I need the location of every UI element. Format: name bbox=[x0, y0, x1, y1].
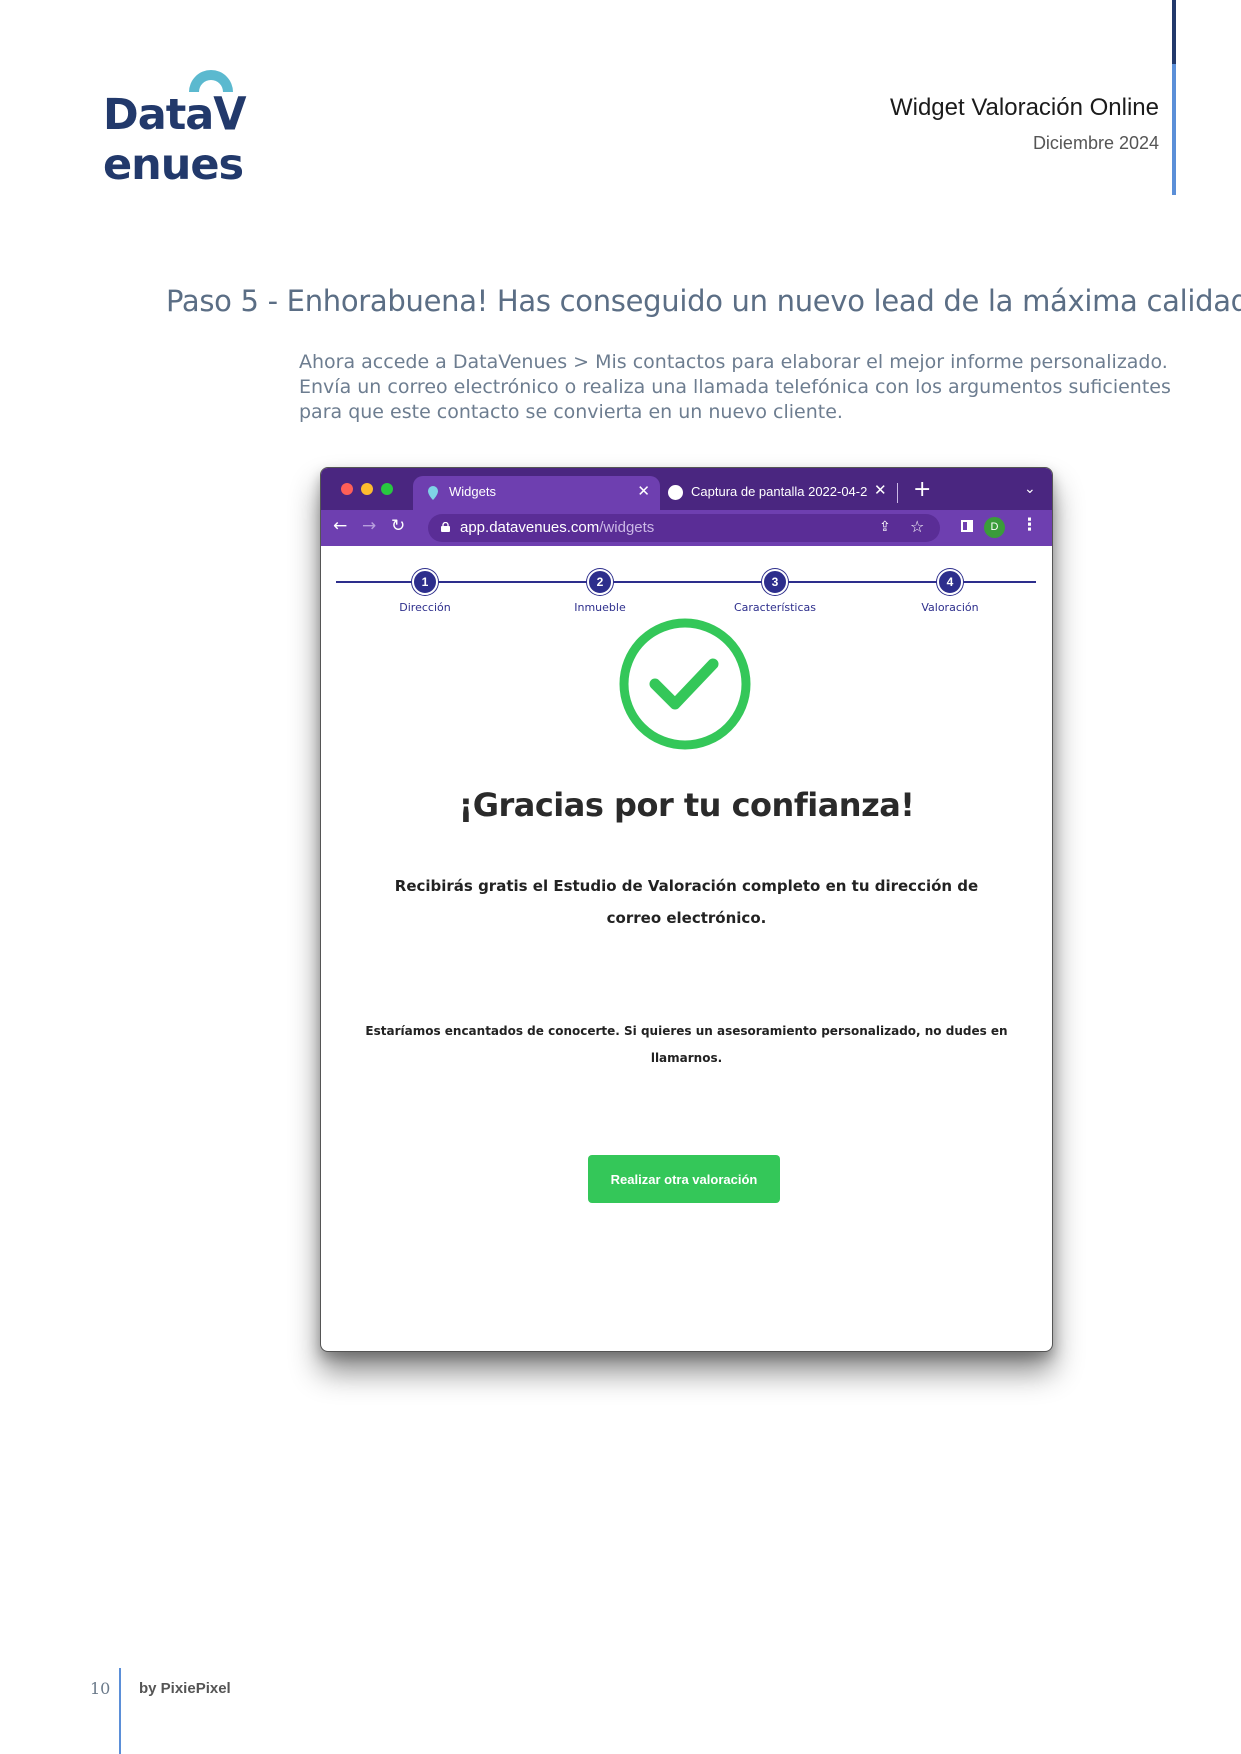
step-caracteristicas: 3 Características bbox=[715, 569, 835, 614]
email-report-message: Recibirás gratis el Estudio de Valoració… bbox=[394, 877, 979, 927]
share-icon[interactable]: ⇪ bbox=[879, 519, 891, 535]
check-circle-icon bbox=[619, 618, 751, 750]
datavenues-favicon-icon bbox=[428, 486, 438, 500]
tab-bar: Widgets ✕ Captura de pantalla 2022-04-2 … bbox=[321, 468, 1052, 510]
section-heading: Paso 5 - Enhorabuena! Has conseguido un … bbox=[166, 284, 1241, 318]
step-direccion: 1 Dirección bbox=[365, 569, 485, 614]
address-bar[interactable]: app.datavenues.com/widgets ⇪ ☆ bbox=[428, 514, 940, 542]
tab-separator bbox=[897, 483, 898, 503]
step-label: Valoración bbox=[921, 601, 979, 614]
new-tab-icon[interactable]: + bbox=[913, 477, 931, 502]
back-arrow-icon[interactable]: ← bbox=[333, 516, 347, 536]
close-tab-icon[interactable]: ✕ bbox=[874, 481, 887, 499]
datavenues-logo: DataVenues bbox=[103, 58, 353, 190]
header-accent-bar-light bbox=[1172, 64, 1176, 195]
maximize-window-dot[interactable] bbox=[381, 483, 393, 495]
footer-divider bbox=[119, 1668, 121, 1754]
step-number: 3 bbox=[762, 569, 788, 595]
step-inmueble: 2 Inmueble bbox=[540, 569, 660, 614]
chevron-down-icon[interactable]: ⌄ bbox=[1024, 481, 1036, 497]
step-number: 1 bbox=[412, 569, 438, 595]
step-label: Dirección bbox=[399, 601, 451, 614]
globe-icon bbox=[668, 485, 683, 500]
step-number: 2 bbox=[587, 569, 613, 595]
close-tab-icon[interactable]: ✕ bbox=[637, 482, 650, 500]
more-menu-icon[interactable]: ⋮ bbox=[1021, 515, 1038, 535]
footer-brand: by PixiePixel bbox=[139, 1680, 231, 1697]
step-label: Inmueble bbox=[574, 601, 626, 614]
side-panel-icon[interactable] bbox=[961, 520, 973, 532]
thanks-title: ¡Gracias por tu confianza! bbox=[458, 786, 915, 824]
header-accent-bar-dark bbox=[1172, 0, 1176, 64]
forward-arrow-icon[interactable]: → bbox=[362, 516, 376, 536]
browser-window: Widgets ✕ Captura de pantalla 2022-04-2 … bbox=[320, 467, 1053, 1352]
page-number: 10 bbox=[90, 1679, 111, 1698]
tab-widgets[interactable]: Widgets ✕ bbox=[413, 476, 660, 510]
step-label: Características bbox=[733, 601, 816, 614]
document-title: Widget Valoración Online bbox=[889, 94, 1159, 121]
document-date: Diciembre 2024 bbox=[1032, 133, 1159, 153]
section-body: Ahora accede a DataVenues > Mis contacto… bbox=[299, 351, 1171, 423]
step-number: 4 bbox=[937, 569, 963, 595]
reload-icon[interactable]: ↻ bbox=[391, 516, 405, 536]
tab-screenshot-label[interactable]: Captura de pantalla 2022-04-2 bbox=[691, 484, 871, 499]
lock-icon bbox=[441, 522, 450, 532]
url-text: app.datavenues.com/widgets bbox=[460, 519, 655, 536]
tab-label: Widgets bbox=[449, 484, 496, 499]
new-valuation-button[interactable]: Realizar otra valoración bbox=[588, 1155, 780, 1203]
minimize-window-dot[interactable] bbox=[361, 483, 373, 495]
bookmark-star-icon[interactable]: ☆ bbox=[910, 517, 924, 536]
step-valoracion: 4 Valoración bbox=[890, 569, 1010, 614]
contact-message: Estaríamos encantados de conocerte. Si q… bbox=[365, 1024, 1008, 1065]
profile-avatar[interactable]: D bbox=[984, 517, 1005, 538]
close-window-dot[interactable] bbox=[341, 483, 353, 495]
logo-text: DataVenues bbox=[103, 88, 247, 190]
browser-toolbar: ← → ↻ app.datavenues.com/widgets ⇪ ☆ D ⋮ bbox=[321, 510, 1052, 546]
